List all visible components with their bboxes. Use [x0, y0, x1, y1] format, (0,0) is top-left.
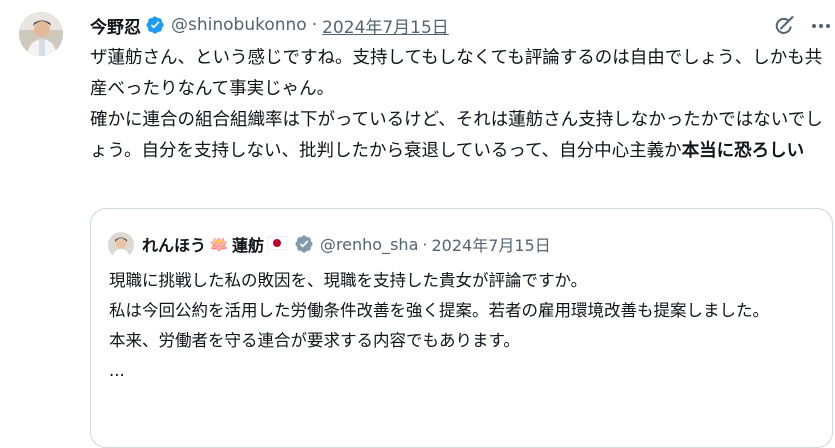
quoted-author-avatar[interactable] — [108, 232, 134, 258]
more-icon[interactable] — [809, 14, 833, 38]
quoted-separator-dot: · — [422, 234, 428, 254]
tweet[interactable]: 今野忍 @shinobukonno · 2024年7月15日 ザ蓮舫さん、という… — [0, 0, 835, 448]
author-handle[interactable]: @shinobukonno — [171, 15, 307, 35]
verified-badge-icon — [145, 15, 165, 35]
quoted-author-handle[interactable]: @renho_sha — [320, 235, 418, 254]
tweet-text-bold: 本当に恐ろしい — [681, 141, 805, 161]
tweet-text: ザ蓮舫さん、という感じですね。支持してもしなくても評論するのは自由でしょう、しか… — [90, 43, 825, 167]
quoted-author-name-part2[interactable]: 蓮舫 — [232, 232, 264, 256]
quoted-text: 現職に挑戦した私の敗因を、現職を支持した貴女が評論ですか。 私は今回公約を活用し… — [109, 271, 769, 380]
quoted-date[interactable]: 2024年7月15日 — [431, 232, 550, 256]
grok-icon[interactable] — [772, 14, 796, 38]
quoted-author-name-part1[interactable]: れんほう — [142, 232, 206, 256]
quoted-tweet[interactable]: れんほう 🪷 蓮舫 @renho_sha · 2024年7月15日 現職に挑戦し… — [90, 208, 833, 448]
lotus-emoji: 🪷 — [209, 234, 229, 254]
quoted-avatar-photo — [108, 232, 134, 258]
tweet-header: 今野忍 @shinobukonno · 2024年7月15日 — [90, 10, 449, 40]
author-name[interactable]: 今野忍 — [90, 13, 141, 38]
gray-verified-badge-icon — [294, 234, 314, 254]
quoted-header: れんほう 🪷 蓮舫 @renho_sha · 2024年7月15日 — [142, 229, 551, 259]
avatar-photo — [19, 12, 63, 56]
author-avatar[interactable] — [19, 12, 63, 56]
japan-flag-icon — [266, 235, 288, 254]
tweet-date[interactable]: 2024年7月15日 — [322, 13, 449, 38]
separator-dot: · — [311, 15, 318, 35]
